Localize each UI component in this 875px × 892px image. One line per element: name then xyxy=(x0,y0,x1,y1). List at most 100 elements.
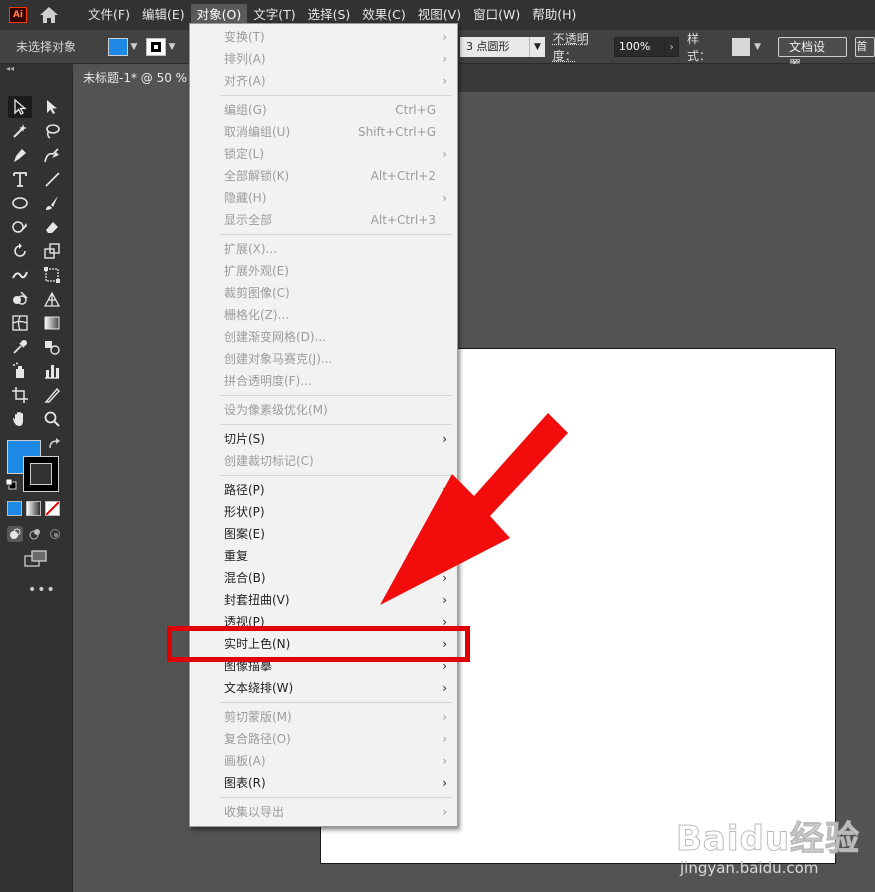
object-menu-item[interactable]: 排列(A) › xyxy=(190,48,457,70)
object-menu-item[interactable]: 裁剪图像(C) xyxy=(190,282,457,304)
home-icon[interactable] xyxy=(38,5,60,25)
object-menu-item[interactable]: 复合路径(O) › xyxy=(190,728,457,750)
object-menu-item[interactable]: 变换(T) › xyxy=(190,26,457,48)
artboard-tool-icon[interactable] xyxy=(8,384,32,406)
warp-tool-icon[interactable] xyxy=(8,264,32,286)
direct-selection-tool-icon[interactable] xyxy=(40,96,64,118)
gradient-mode-icon[interactable] xyxy=(26,501,41,516)
color-mode-icon[interactable] xyxy=(7,501,22,516)
document-settings-button[interactable]: 文档设置 xyxy=(777,37,848,72)
menu-separator xyxy=(220,395,452,396)
menu-item-shortcut: Ctrl+G xyxy=(395,103,436,117)
type-tool-icon[interactable] xyxy=(8,168,32,190)
stroke-color-swatch[interactable] xyxy=(23,456,59,492)
screen-mode-icon[interactable] xyxy=(24,550,48,568)
symbol-sprayer-tool-icon[interactable] xyxy=(8,360,32,382)
pen-tool-icon[interactable] xyxy=(8,144,32,166)
menu-item-7[interactable]: 窗口(W) xyxy=(467,4,526,26)
object-menu-item[interactable]: 取消编组(U) Shift+Ctrl+G xyxy=(190,121,457,143)
shape-builder-tool-icon[interactable] xyxy=(8,288,32,310)
object-menu-item[interactable]: 创建渐变网格(D)... xyxy=(190,326,457,348)
default-fill-stroke-icon[interactable] xyxy=(5,478,17,490)
menu-item-shortcut: Shift+Ctrl+G xyxy=(357,125,436,139)
edit-toolbar-icon[interactable]: ••• xyxy=(28,582,56,598)
style-swatch[interactable] xyxy=(732,38,751,56)
paintbrush-tool-icon[interactable] xyxy=(40,192,64,214)
line-segment-tool-icon[interactable] xyxy=(40,168,64,190)
highlight-box-annotation xyxy=(167,626,470,662)
stroke-swatch[interactable] xyxy=(146,37,166,56)
submenu-arrow-icon: › xyxy=(442,30,447,44)
object-menu-item[interactable]: 扩展(X)... xyxy=(190,238,457,260)
opacity-arrow-icon[interactable]: › xyxy=(665,37,679,57)
swap-fill-stroke-icon[interactable] xyxy=(48,438,62,452)
object-menu-item[interactable]: 文本绕排(W) › xyxy=(190,677,457,699)
document-tab[interactable]: 未标题-1* @ 50 % xyxy=(74,64,192,92)
object-menu-item[interactable]: 对齐(A) › xyxy=(190,70,457,92)
scale-tool-icon[interactable] xyxy=(40,240,64,262)
object-menu-item[interactable]: 收集以导出 › xyxy=(190,801,457,823)
brush-select[interactable]: 3 点圆形 xyxy=(460,37,530,57)
object-menu-item[interactable]: 隐藏(H) › xyxy=(190,187,457,209)
gradient-tool-icon[interactable] xyxy=(40,312,64,334)
ellipse-tool-icon[interactable] xyxy=(8,192,32,214)
mesh-tool-icon[interactable] xyxy=(8,312,32,334)
submenu-arrow-icon: › xyxy=(442,147,447,161)
draw-inside-icon[interactable] xyxy=(47,526,63,542)
preferences-button[interactable]: 首 xyxy=(855,37,875,57)
object-menu-item[interactable]: 创建对象马赛克(J)... xyxy=(190,348,457,370)
lasso-tool-icon[interactable] xyxy=(40,120,64,142)
object-menu-item[interactable]: 锁定(L) › xyxy=(190,143,457,165)
menu-item-label: 扩展(X)... xyxy=(224,242,278,256)
eyedropper-tool-icon[interactable] xyxy=(8,336,32,358)
object-menu-item[interactable]: 编组(G) Ctrl+G xyxy=(190,99,457,121)
menu-item-label: 创建对象马赛克(J)... xyxy=(224,352,333,366)
style-label: 样式： xyxy=(686,32,711,63)
menu-item-label: 扩展外观(E) xyxy=(224,264,289,278)
object-menu-item[interactable]: 图表(R) › xyxy=(190,772,457,794)
menu-item-0[interactable]: 文件(F) xyxy=(82,4,136,26)
column-graph-tool-icon[interactable] xyxy=(40,360,64,382)
curvature-tool-icon[interactable] xyxy=(40,144,64,166)
style-dropdown-arrow-icon[interactable]: ▼ xyxy=(754,42,766,52)
selection-tool-icon[interactable] xyxy=(8,96,32,118)
menu-item-label: 创建渐变网格(D)... xyxy=(224,330,327,344)
zoom-tool-icon[interactable] xyxy=(40,408,64,430)
object-menu-item[interactable]: 剪切蒙版(M) › xyxy=(190,706,457,728)
menu-item-label: 创建裁切标记(C) xyxy=(224,454,314,468)
free-transform-tool-icon[interactable] xyxy=(40,264,64,286)
rotate-tool-icon[interactable] xyxy=(8,240,32,262)
slice-tool-icon[interactable] xyxy=(40,384,64,406)
object-menu-item[interactable]: 扩展外观(E) xyxy=(190,260,457,282)
fill-swatch[interactable] xyxy=(108,37,128,56)
none-mode-icon[interactable] xyxy=(45,501,60,516)
shaper-tool-icon[interactable] xyxy=(8,216,32,238)
menu-item-label: 拼合透明度(F)... xyxy=(224,374,312,388)
menu-item-label: 混合(B) xyxy=(224,571,266,585)
stroke-dropdown-arrow-icon[interactable]: ▼ xyxy=(166,38,178,56)
collapse-panel-icon[interactable]: ◂◂ xyxy=(6,64,14,73)
magic-wand-tool-icon[interactable] xyxy=(8,120,32,142)
object-menu-item[interactable]: 栅格化(Z)... xyxy=(190,304,457,326)
draw-behind-icon[interactable] xyxy=(27,526,43,542)
object-menu-item[interactable]: 全部解锁(K) Alt+Ctrl+2 xyxy=(190,165,457,187)
object-menu-item[interactable]: 画板(A) › xyxy=(190,750,457,772)
object-menu-item[interactable]: 显示全部 Alt+Ctrl+3 xyxy=(190,209,457,231)
draw-normal-icon[interactable] xyxy=(7,526,23,542)
menu-item-label: 图表(R) xyxy=(224,776,266,790)
fill-dropdown-arrow-icon[interactable]: ▼ xyxy=(128,38,140,56)
perspective-grid-tool-icon[interactable] xyxy=(40,288,64,310)
opacity-input[interactable]: 100% xyxy=(613,37,666,57)
opacity-label[interactable]: 不透明度： xyxy=(553,30,612,64)
hand-tool-icon[interactable] xyxy=(8,408,32,430)
eraser-tool-icon[interactable] xyxy=(40,216,64,238)
menu-item-label: 形状(P) xyxy=(224,505,265,519)
watermark-url: jingyan.baidu.com xyxy=(680,859,819,877)
menu-item-1[interactable]: 编辑(E) xyxy=(136,4,191,26)
blend-tool-icon[interactable] xyxy=(40,336,64,358)
menu-item-label: 对齐(A) xyxy=(224,74,266,88)
baidu-watermark: Baidu经验 jingyan.baidu.com xyxy=(672,795,872,885)
brush-dropdown-arrow-icon[interactable]: ▼ xyxy=(529,37,545,57)
object-menu-item[interactable]: 拼合透明度(F)... xyxy=(190,370,457,392)
menu-item-8[interactable]: 帮助(H) xyxy=(526,4,582,26)
